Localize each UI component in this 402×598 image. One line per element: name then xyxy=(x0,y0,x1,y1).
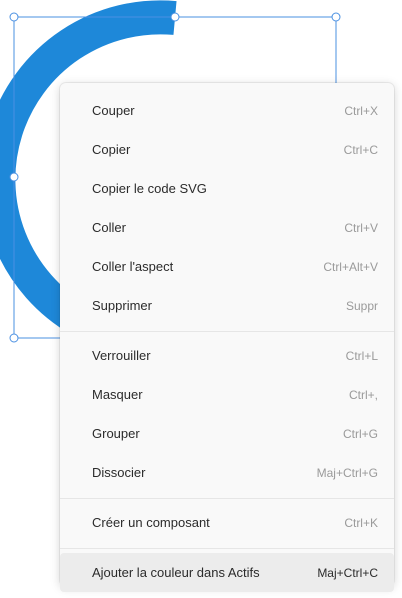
menu-group: Couper Ctrl+X Copier Ctrl+C Copier le code S… xyxy=(60,87,394,332)
selection-handle-top-center[interactable] xyxy=(170,12,180,22)
menu-item-label: Copier xyxy=(92,142,131,157)
menu-item-label: Créer un composant xyxy=(92,515,210,530)
menu-item-label: Grouper xyxy=(92,426,140,441)
menu-item-shortcut: Ctrl+V xyxy=(344,220,378,235)
menu-item-label: Ajouter la couleur dans Actifs xyxy=(92,565,260,580)
context-menu: Couper Ctrl+X Copier Ctrl+C Copier le code S… xyxy=(60,83,394,592)
menu-item-ajouter-la-couleur-dans-actifs[interactable]: Ajouter la couleur dans Actifs Maj+Ctrl+C xyxy=(60,553,394,592)
menu-item-couper[interactable]: Couper Ctrl+X xyxy=(60,91,394,130)
menu-item-shortcut: Ctrl+X xyxy=(344,103,378,118)
menu-item-label: Supprimer xyxy=(92,298,152,313)
menu-item-supprimer[interactable]: Supprimer Suppr xyxy=(60,286,394,325)
menu-item-creer-un-composant[interactable]: Créer un composant Ctrl+K xyxy=(60,503,394,542)
menu-group: Verrouiller Ctrl+L Masquer Ctrl+, Grouper Ctr… xyxy=(60,332,394,499)
menu-group: Ajouter la couleur dans Actifs Maj+Ctrl+C xyxy=(60,549,394,598)
menu-item-label: Couper xyxy=(92,103,135,118)
menu-item-shortcut: Ctrl+, xyxy=(348,387,378,402)
selection-handle-top-right[interactable] xyxy=(331,12,341,22)
menu-item-shortcut: Ctrl+G xyxy=(342,426,378,441)
menu-item-coller[interactable]: Coller Ctrl+V xyxy=(60,208,394,247)
menu-item-copier-le-code-svg[interactable]: Copier le code SVG xyxy=(60,169,394,208)
menu-item-label: Dissocier xyxy=(92,465,146,480)
menu-item-label: Verrouiller xyxy=(92,348,151,363)
menu-item-label: Copier le code SVG xyxy=(92,181,207,196)
menu-item-shortcut: Ctrl+K xyxy=(344,515,378,530)
selection-handle-middle-left[interactable] xyxy=(9,172,19,182)
menu-item-shortcut: Ctrl+C xyxy=(343,142,378,157)
menu-item-grouper[interactable]: Grouper Ctrl+G xyxy=(60,414,394,453)
selection-handle-top-left[interactable] xyxy=(9,12,19,22)
menu-item-label: Coller l'aspect xyxy=(92,259,174,274)
menu-item-verrouiller[interactable]: Verrouiller Ctrl+L xyxy=(60,336,394,375)
menu-item-label: Coller xyxy=(92,220,126,235)
selection-handle-bottom-left[interactable] xyxy=(9,333,19,343)
menu-group: Créer un composant Ctrl+K xyxy=(60,499,394,549)
menu-item-masquer[interactable]: Masquer Ctrl+, xyxy=(60,375,394,414)
menu-item-dissocier[interactable]: Dissocier Maj+Ctrl+G xyxy=(60,453,394,492)
menu-item-copier[interactable]: Copier Ctrl+C xyxy=(60,130,394,169)
menu-item-shortcut: Maj+Ctrl+G xyxy=(316,465,378,480)
menu-item-label: Masquer xyxy=(92,387,143,402)
menu-item-shortcut: Ctrl+Alt+V xyxy=(323,259,378,274)
design-canvas[interactable]: Couper Ctrl+X Copier Ctrl+C Copier le code S… xyxy=(0,0,402,593)
menu-item-shortcut: Suppr xyxy=(345,298,378,313)
menu-item-coller-l-aspect[interactable]: Coller l'aspect Ctrl+Alt+V xyxy=(60,247,394,286)
menu-item-shortcut: Maj+Ctrl+C xyxy=(317,565,378,580)
menu-item-shortcut: Ctrl+L xyxy=(345,348,378,363)
